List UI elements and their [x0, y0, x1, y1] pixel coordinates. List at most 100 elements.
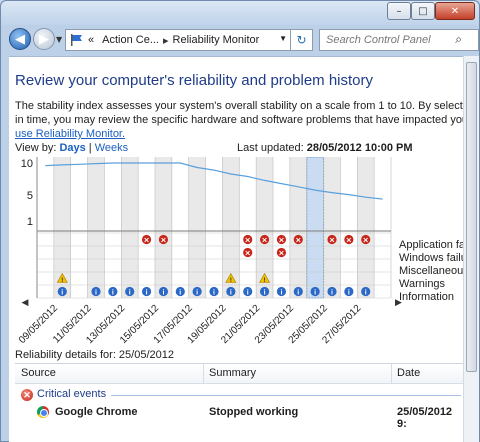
main-content: Review your computer's reliability and p… [9, 56, 463, 442]
column-divider[interactable] [203, 364, 204, 384]
last-updated-value: 28/05/2012 10:00 PM [306, 142, 413, 154]
column-header-date[interactable]: Date [397, 367, 420, 379]
description-text: in time, you may review the specific har… [15, 114, 463, 126]
breadcrumb-prefix[interactable]: « [88, 34, 94, 46]
reliability-details-table: Source Summary Date ✕ Critical events Go… [15, 363, 463, 442]
day-column [171, 157, 189, 298]
legend-information: Information [399, 291, 455, 303]
view-by-weeks-link[interactable]: Weeks [95, 142, 128, 154]
critical-events-label: Critical events [37, 388, 107, 400]
view-by-separator: | [88, 142, 92, 154]
address-dropdown-icon[interactable]: ▼ [279, 34, 287, 43]
scrollbar-thumb[interactable] [466, 62, 477, 372]
row-summary: Stopped working [209, 406, 299, 418]
information-icon-glyph: i [314, 290, 316, 297]
day-column [289, 157, 307, 298]
information-icon-glyph: i [230, 290, 232, 297]
row-source: Google Chrome [55, 406, 138, 418]
app-failure-icon-glyph: ✕ [363, 238, 369, 245]
information-icon-glyph: i [196, 290, 198, 297]
breadcrumb-separator-icon[interactable]: ▸ [163, 34, 169, 47]
description-line-1: The stability index assesses your system… [15, 100, 463, 112]
back-button[interactable]: ◀ [9, 28, 31, 50]
app-failure-icon-glyph: ✕ [278, 238, 284, 245]
last-updated-label: Last updated: [237, 142, 304, 154]
search-input[interactable]: Search Control Panel ⌕ [319, 29, 479, 51]
day-column [340, 157, 358, 298]
day-column [273, 157, 290, 298]
app-failure-icon-glyph: ✕ [245, 238, 251, 245]
selected-day-column [306, 156, 325, 299]
group-divider [111, 395, 461, 396]
column-divider[interactable] [391, 364, 392, 384]
day-column [87, 157, 105, 298]
day-column [138, 157, 155, 298]
search-icon[interactable]: ⌕ [455, 32, 462, 47]
legend-warnings: Warnings [399, 278, 446, 290]
app-failure-icon-glyph: ✕ [160, 238, 166, 245]
description-line-2: in time, you may review the specific har… [15, 113, 463, 127]
information-icon-glyph: i [264, 290, 266, 297]
windows-failure-icon-glyph: ✕ [245, 251, 251, 258]
information-icon-glyph: i [179, 290, 181, 297]
page-title: Review your computer's reliability and p… [15, 72, 374, 89]
table-row[interactable]: Google Chrome Stopped working 25/05/2012… [15, 404, 463, 430]
refresh-icon[interactable]: ↻ [291, 29, 313, 51]
information-icon-glyph: i [129, 290, 131, 297]
day-column [70, 157, 88, 298]
day-column [188, 157, 206, 298]
information-icon-glyph: i [213, 290, 215, 297]
day-column [155, 157, 172, 298]
y-tick-label: 1 [27, 216, 33, 228]
close-button[interactable]: ✕ [435, 2, 475, 20]
column-header-source[interactable]: Source [21, 367, 56, 379]
view-by-selector: View by: Days | Weeks [15, 142, 128, 154]
day-column [37, 157, 54, 298]
windows-failure-icon-glyph: ✕ [278, 251, 284, 258]
day-column [121, 157, 139, 298]
app-failure-icon-glyph: ✕ [144, 238, 150, 245]
view-by-days-link[interactable]: Days [59, 142, 85, 154]
app-failure-icon-glyph: ✕ [329, 238, 335, 245]
title-bar: – □ ✕ [1, 1, 479, 25]
page-description: The stability index assesses your system… [15, 99, 463, 141]
information-icon-glyph: i [146, 290, 148, 297]
recent-pages-dropdown-icon[interactable]: ▼ [56, 35, 62, 44]
app-failure-icon-glyph: ✕ [295, 238, 301, 245]
app-failure-icon-glyph: ✕ [346, 238, 352, 245]
legend-application-failures: Application fai [399, 239, 463, 251]
row-date: 25/05/2012 9: [397, 406, 453, 430]
day-column [205, 157, 223, 298]
navigation-bar: ◀ ▶ ▼ « Action Ce... ▸ Reliability Monit… [1, 25, 479, 55]
google-chrome-icon [37, 406, 49, 418]
breadcrumb-action-center[interactable]: Action Ce... [102, 34, 159, 46]
day-column [357, 157, 375, 298]
column-header-summary[interactable]: Summary [209, 367, 256, 379]
legend-windows-failures: Windows failu [399, 252, 463, 264]
action-center-flag-icon [71, 34, 82, 46]
minimize-button[interactable]: – [387, 2, 411, 20]
information-icon-glyph: i [348, 290, 350, 297]
maximize-button[interactable]: □ [411, 2, 435, 20]
day-column [323, 157, 341, 298]
address-bar[interactable]: « Action Ce... ▸ Reliability Monitor ▼ [65, 29, 291, 51]
information-icon-glyph: i [247, 290, 249, 297]
breadcrumb-reliability-monitor[interactable]: Reliability Monitor [173, 34, 260, 46]
reliability-chart-svg[interactable]: 1051◀ ▶✕ ✕ ✕ ✕ ✕ ✕ ✕ ✕ ✕✕ ✕!! !i i i i i i i i i i i i i i i i i i09… [9, 156, 463, 347]
vertical-scrollbar[interactable] [463, 56, 479, 442]
forward-button[interactable]: ▶ [33, 28, 55, 50]
information-icon-glyph: i [112, 290, 114, 297]
information-icon-glyph: i [95, 290, 97, 297]
y-tick-label: 10 [21, 158, 33, 170]
help-link[interactable]: use Reliability Monitor. [15, 127, 463, 141]
information-icon-glyph: i [297, 290, 299, 297]
y-tick-label: 5 [27, 190, 33, 202]
search-placeholder: Search Control Panel [326, 34, 431, 46]
reliability-chart[interactable]: 10 5 1 ◀ ▶ ✕ ✕ ✕ ✕ ✕ ✕ ✕ ✕ ✕ ✕ ✕!!! i i i i i i i i i i i i i i i i i i 09… [9, 156, 463, 347]
legend-miscellaneous-failures: Miscellaneous [399, 265, 463, 277]
critical-events-group[interactable]: ✕ Critical events [15, 386, 463, 404]
chart-prev-arrow-icon: ◀ [22, 297, 29, 307]
error-icon: ✕ [21, 389, 33, 401]
last-updated: Last updated: 28/05/2012 10:00 PM [237, 142, 413, 154]
warning-icon-glyph: ! [61, 278, 63, 284]
